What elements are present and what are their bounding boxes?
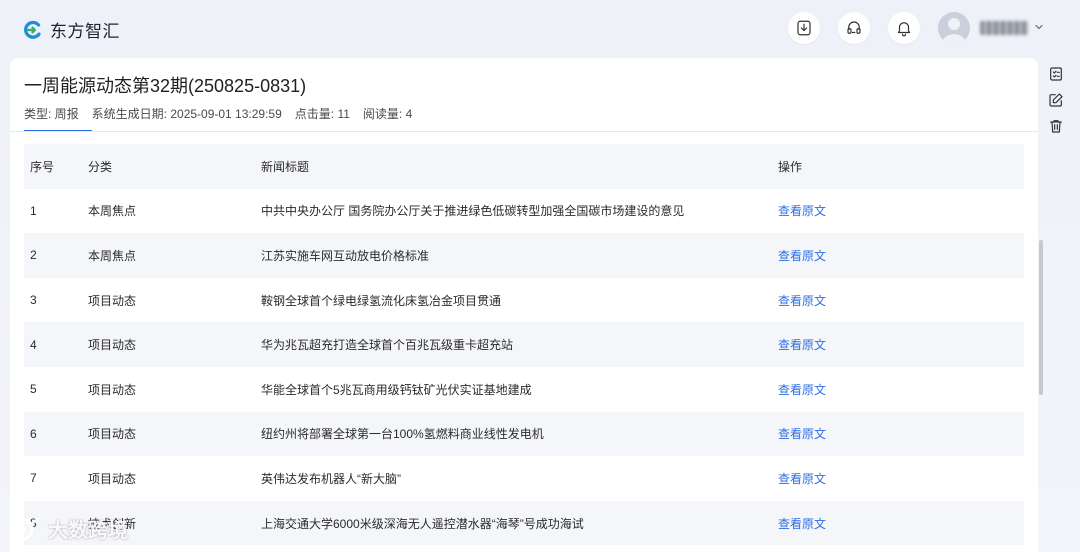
row-no: 3: [30, 293, 37, 308]
row-category: 项目动态: [88, 338, 137, 353]
table-row: 2 本周焦点 江苏实施车网互动放电价格标准 查看原文: [24, 233, 1024, 278]
watermark-logo-icon: [10, 517, 40, 540]
row-no: 7: [30, 471, 37, 486]
side-toolbar: [1048, 66, 1068, 134]
report-card: 一周能源动态第32期(250825-0831) 类型: 周报 系统生成日期: 2…: [10, 58, 1038, 552]
row-title: 华为兆瓦超充打造全球首个百兆瓦级重卡超充站: [261, 338, 514, 353]
row-title: 江苏实施车网互动放电价格标准: [261, 248, 430, 263]
row-category: 项目动态: [88, 293, 137, 308]
row-no: 5: [30, 382, 37, 397]
header-action: 操作: [778, 159, 803, 174]
view-original-link[interactable]: 查看原文: [778, 425, 826, 442]
user-avatar[interactable]: [938, 12, 970, 44]
table-row: 5 项目动态 华能全球首个5兆瓦商用级钙钛矿光伏实证基地建成 查看原文: [24, 367, 1024, 412]
trash-icon[interactable]: [1048, 118, 1064, 134]
chevron-down-icon[interactable]: [1034, 22, 1044, 32]
meta-read-count: 阅读量: 4: [362, 107, 413, 121]
table-row: 8 技术创新 上海交通大学6000米级深海无人遥控潜水器“海琴”号成功海试 查看…: [24, 500, 1024, 546]
news-table: 序号 分类 新闻标题 操作 1 本周焦点 中共中央办公厅 国务院办公厅关于推进绿…: [24, 144, 1024, 546]
row-no: 6: [30, 426, 37, 441]
row-title: 英伟达发布机器人“新大脑”: [261, 471, 401, 486]
row-category: 本周焦点: [88, 204, 137, 219]
table-row: 6 项目动态 纽约州将部署全球第一台100%氢燃料商业线性发电机 查看原文: [24, 411, 1024, 457]
table-row: 3 项目动态 鞍钢全球首个绿电绿氢流化床氢冶金项目贯通 查看原文: [24, 278, 1024, 323]
view-original-link[interactable]: 查看原文: [778, 381, 826, 398]
notification-button[interactable]: [888, 12, 920, 44]
download-icon: [797, 20, 811, 36]
row-no: 1: [30, 203, 37, 218]
row-title: 上海交通大学6000米级深海无人遥控潜水器“海琴”号成功海试: [261, 516, 584, 531]
divider: [10, 131, 1038, 132]
user-avatar-icon: [942, 18, 966, 44]
top-bar: 东方智汇: [0, 0, 1080, 58]
view-original-link[interactable]: 查看原文: [778, 515, 826, 532]
view-original-link[interactable]: 查看原文: [778, 470, 826, 487]
view-original-link[interactable]: 查看原文: [778, 202, 826, 219]
row-title: 华能全球首个5兆瓦商用级钙钛矿光伏实证基地建成: [261, 382, 532, 397]
table-row: 4 项目动态 华为兆瓦超充打造全球首个百兆瓦级重卡超充站 查看原文: [24, 322, 1024, 367]
row-title: 中共中央办公厅 国务院办公厅关于推进绿色低碳转型加强全国碳市场建设的意见: [261, 204, 685, 219]
brand-logo-icon: [24, 20, 41, 39]
header-no: 序号: [30, 159, 55, 174]
row-category: 项目动态: [88, 382, 137, 397]
watermark-text: 大数跨境: [48, 520, 128, 542]
report-meta: 类型: 周报 系统生成日期: 2025-09-01 13:29:59 点击量: …: [24, 105, 412, 122]
table-row: 7 项目动态 英伟达发布机器人“新大脑” 查看原文: [24, 456, 1024, 501]
brand-logo[interactable]: 东方智汇: [22, 17, 120, 42]
edit-icon[interactable]: [1048, 92, 1064, 108]
meta-click-count: 点击量: 11: [294, 107, 350, 121]
header-title: 新闻标题: [261, 159, 310, 174]
header-category: 分类: [88, 159, 113, 174]
row-no: 2: [30, 248, 37, 263]
table-header-row: 序号 分类 新闻标题 操作: [24, 144, 1024, 189]
table-row: 1 本周焦点 中共中央办公厅 国务院办公厅关于推进绿色低碳转型加强全国碳市场建设…: [24, 189, 1024, 234]
row-title: 鞍钢全球首个绿电绿氢流化床氢冶金项目贯通: [261, 293, 502, 308]
view-original-link[interactable]: 查看原文: [778, 247, 826, 264]
row-title: 纽约州将部署全球第一台100%氢燃料商业线性发电机: [261, 427, 544, 442]
row-category: 项目动态: [88, 471, 137, 486]
headset-icon: [847, 21, 861, 34]
brand-name: 东方智汇: [50, 22, 120, 41]
watermark: 大数跨境: [8, 514, 128, 543]
download-button[interactable]: [788, 12, 820, 44]
row-category: 项目动态: [88, 427, 137, 442]
meta-generated-date: 系统生成日期: 2025-09-01 13:29:59: [91, 107, 282, 121]
view-original-link[interactable]: 查看原文: [778, 336, 826, 353]
page-title: 一周能源动态第32期(250825-0831): [24, 76, 307, 96]
masked-username: [980, 21, 1028, 35]
view-original-link[interactable]: 查看原文: [778, 292, 826, 309]
username-masked[interactable]: [980, 20, 1030, 36]
checklist-icon[interactable]: [1048, 66, 1064, 82]
bell-icon: [897, 22, 911, 37]
row-category: 本周焦点: [88, 248, 137, 263]
vertical-scrollbar[interactable]: [1039, 240, 1043, 395]
meta-type-tab[interactable]: 类型: 周报: [24, 105, 79, 122]
row-no: 4: [30, 337, 37, 352]
support-button[interactable]: [838, 12, 870, 44]
